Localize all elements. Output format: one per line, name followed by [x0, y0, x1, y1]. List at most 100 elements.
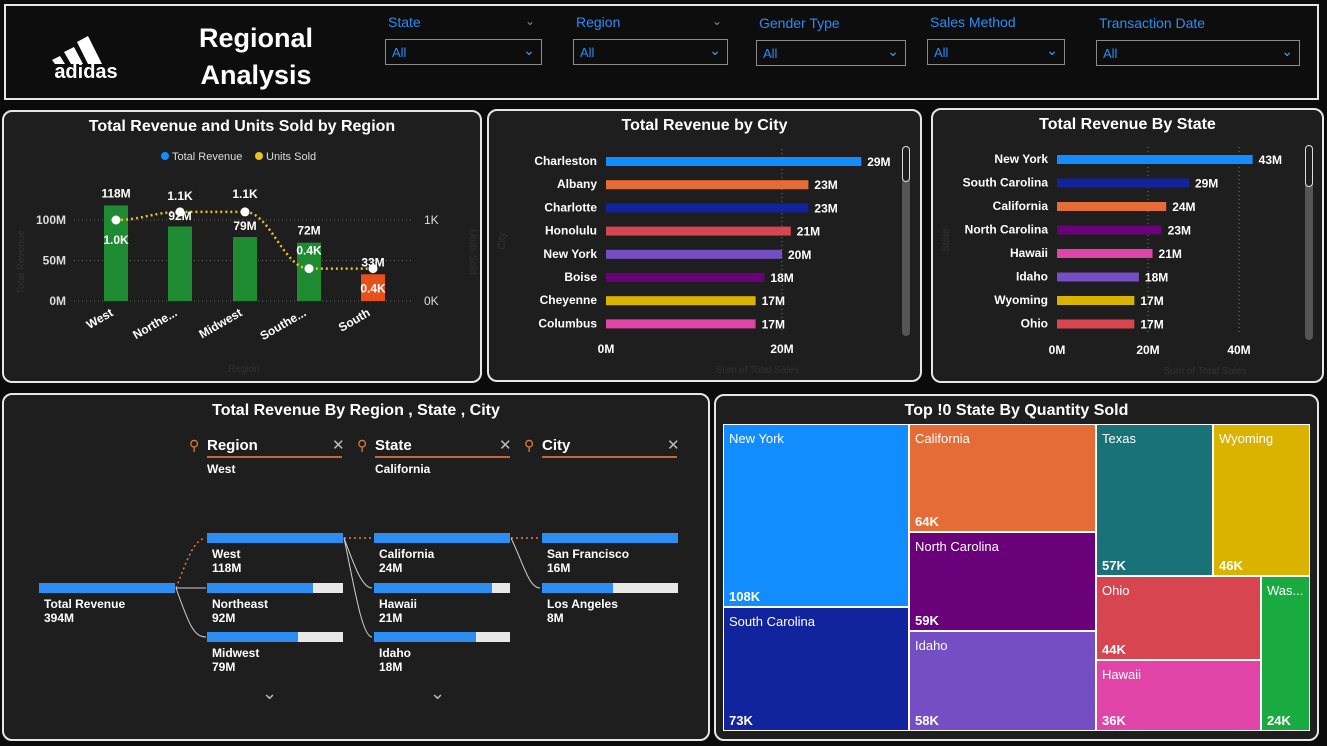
scrollbar-thumb[interactable] — [902, 146, 910, 182]
bar-california — [1057, 202, 1167, 211]
treemap-cell-new-york[interactable]: New York 108K — [723, 424, 909, 607]
node-value: 79M — [212, 660, 236, 674]
city-node-los-angeles[interactable] — [542, 583, 678, 593]
state-node-hawaii[interactable] — [374, 583, 510, 593]
category-label: Cheyenne — [540, 293, 598, 307]
treemap-cell-value: 58K — [915, 713, 939, 728]
units-point — [304, 264, 314, 274]
category-label: Ohio — [1021, 317, 1048, 331]
bar-data-label: 79M — [233, 219, 256, 233]
treemap-cell-south-carolina[interactable]: South Carolina 73K — [723, 607, 909, 731]
node-value: 118M — [212, 561, 242, 575]
node-label: San Francisco 16M — [547, 547, 629, 575]
treemap-cell-name: North Carolina — [915, 539, 999, 554]
x-tick-label: Midwest — [196, 305, 244, 341]
treemap-cell-value: 64K — [915, 514, 939, 529]
state-node-idaho[interactable] — [374, 632, 510, 642]
bar-new-york — [1057, 155, 1253, 164]
node-fill — [374, 632, 476, 642]
node-value: 8M — [547, 611, 564, 625]
slicer-gender-dropdown[interactable]: All ⌄ — [756, 40, 906, 66]
legend-marker-units — [255, 152, 263, 160]
treemap-cell-north-carolina[interactable]: North Carolina 59K — [909, 532, 1096, 631]
bar-idaho — [1057, 272, 1139, 282]
x-tick-label: 20M — [1136, 343, 1159, 357]
tree-node-root[interactable] — [39, 583, 175, 593]
treemap-cell-value: 108K — [729, 589, 761, 604]
slicer-region-dropdown[interactable]: All ⌄ — [573, 39, 728, 65]
region-node-northeast[interactable] — [207, 583, 343, 593]
treemap-cell-idaho[interactable]: Idaho 58K — [909, 631, 1096, 731]
y2-axis-title: Units Sold — [467, 229, 478, 275]
units-point — [240, 207, 250, 217]
region-chart: Total Revenue Units Sold 100M 50M 0M 1K 0K Tota… — [16, 151, 478, 375]
treemap-cell-california[interactable]: California 64K — [909, 424, 1096, 532]
region-node-west[interactable] — [207, 533, 343, 543]
node-label: California 24M — [379, 547, 434, 575]
category-label: Boise — [564, 270, 597, 284]
node-value: 21M — [379, 611, 403, 625]
chevron-down-icon: ⌄ — [523, 42, 535, 58]
y-tick-label: 100M — [36, 213, 66, 227]
treemap-cell-wyoming[interactable]: Wyoming 46K — [1213, 424, 1310, 576]
node-label-text: Idaho — [379, 646, 411, 660]
bar-northe — [168, 226, 192, 301]
scrollbar-thumb[interactable] — [1305, 145, 1313, 187]
bar-data-label: 29M — [867, 155, 890, 169]
bar-columbus — [606, 319, 756, 329]
chevron-down-icon[interactable]: ⌄ — [712, 14, 722, 28]
node-label: Total Revenue — [44, 597, 126, 611]
bar-charleston — [606, 157, 862, 166]
city-chart: 0M 20M Sum of Total Sales City Charleston 29M… — [497, 149, 891, 376]
units-point — [111, 215, 121, 225]
bar-honolulu — [606, 226, 791, 236]
treemap-cell-name: Was... — [1267, 583, 1304, 598]
bar-data-label: 17M — [762, 294, 785, 308]
treemap-panel: Top !0 State By Quantity Sold New York 10… — [714, 394, 1319, 741]
chevron-down-icon[interactable]: ⌄ — [430, 683, 445, 704]
node-fill — [207, 533, 343, 543]
page-title-line1: Regional — [198, 23, 313, 53]
bar-albany — [606, 180, 809, 190]
x-axis-title: Sum of Total Sales — [1163, 366, 1246, 377]
chevron-down-icon[interactable]: ⌄ — [262, 683, 277, 704]
y-tick-label: 0M — [49, 294, 66, 308]
line-data-label: 1.0K — [103, 233, 129, 247]
node-fill — [374, 583, 493, 593]
slicer-sales-method-dropdown[interactable]: All ⌄ — [927, 39, 1065, 65]
slicer-date-dropdown[interactable]: All ⌄ — [1096, 40, 1300, 66]
category-label: Charleston — [534, 154, 597, 168]
city-chart-panel: Total Revenue by City 0M 20M Sum of Total … — [487, 109, 922, 382]
treemap-cell-was---[interactable]: Was... 24K — [1261, 576, 1310, 731]
node-value: 394M — [44, 611, 75, 625]
node-value: 24M — [379, 561, 403, 575]
bar-ohio — [1057, 319, 1135, 329]
slicer-state-dropdown[interactable]: All ⌄ — [385, 39, 542, 65]
city-node-san-francisco[interactable] — [542, 533, 678, 543]
treemap-cell-value: 57K — [1102, 558, 1126, 573]
node-label: Hawaii 21M — [379, 597, 417, 625]
legend-marker-revenue — [161, 152, 169, 160]
bar-midwest — [233, 237, 257, 301]
category-label: Charlotte — [544, 200, 597, 214]
slicer-gender-label: Gender Type — [759, 15, 840, 31]
x-tick-label: 0M — [598, 342, 615, 356]
node-value: 92M — [212, 611, 236, 625]
node-label-text: Los Angeles — [547, 597, 618, 611]
category-label: Albany — [557, 177, 597, 191]
x-tick-label: South — [336, 305, 372, 334]
bar-data-label: 23M — [814, 178, 837, 192]
treemap-cell-ohio[interactable]: Ohio 44K — [1096, 576, 1261, 660]
bar-data-label: 17M — [1140, 294, 1163, 308]
treemap-cell-value: 44K — [1102, 642, 1126, 657]
treemap-cell-hawaii[interactable]: Hawaii 36K — [1096, 660, 1261, 731]
treemap-cell-value: 24K — [1267, 713, 1291, 728]
bar-north-carolina — [1057, 225, 1162, 235]
bar-data-label: 43M — [1259, 153, 1282, 167]
category-label: New York — [994, 152, 1048, 166]
treemap-cell-texas[interactable]: Texas 57K — [1096, 424, 1213, 576]
region-node-midwest[interactable] — [207, 632, 343, 642]
y2-tick-label: 0K — [424, 294, 439, 308]
state-node-california[interactable] — [374, 533, 510, 543]
chevron-down-icon[interactable]: ⌄ — [525, 14, 535, 28]
